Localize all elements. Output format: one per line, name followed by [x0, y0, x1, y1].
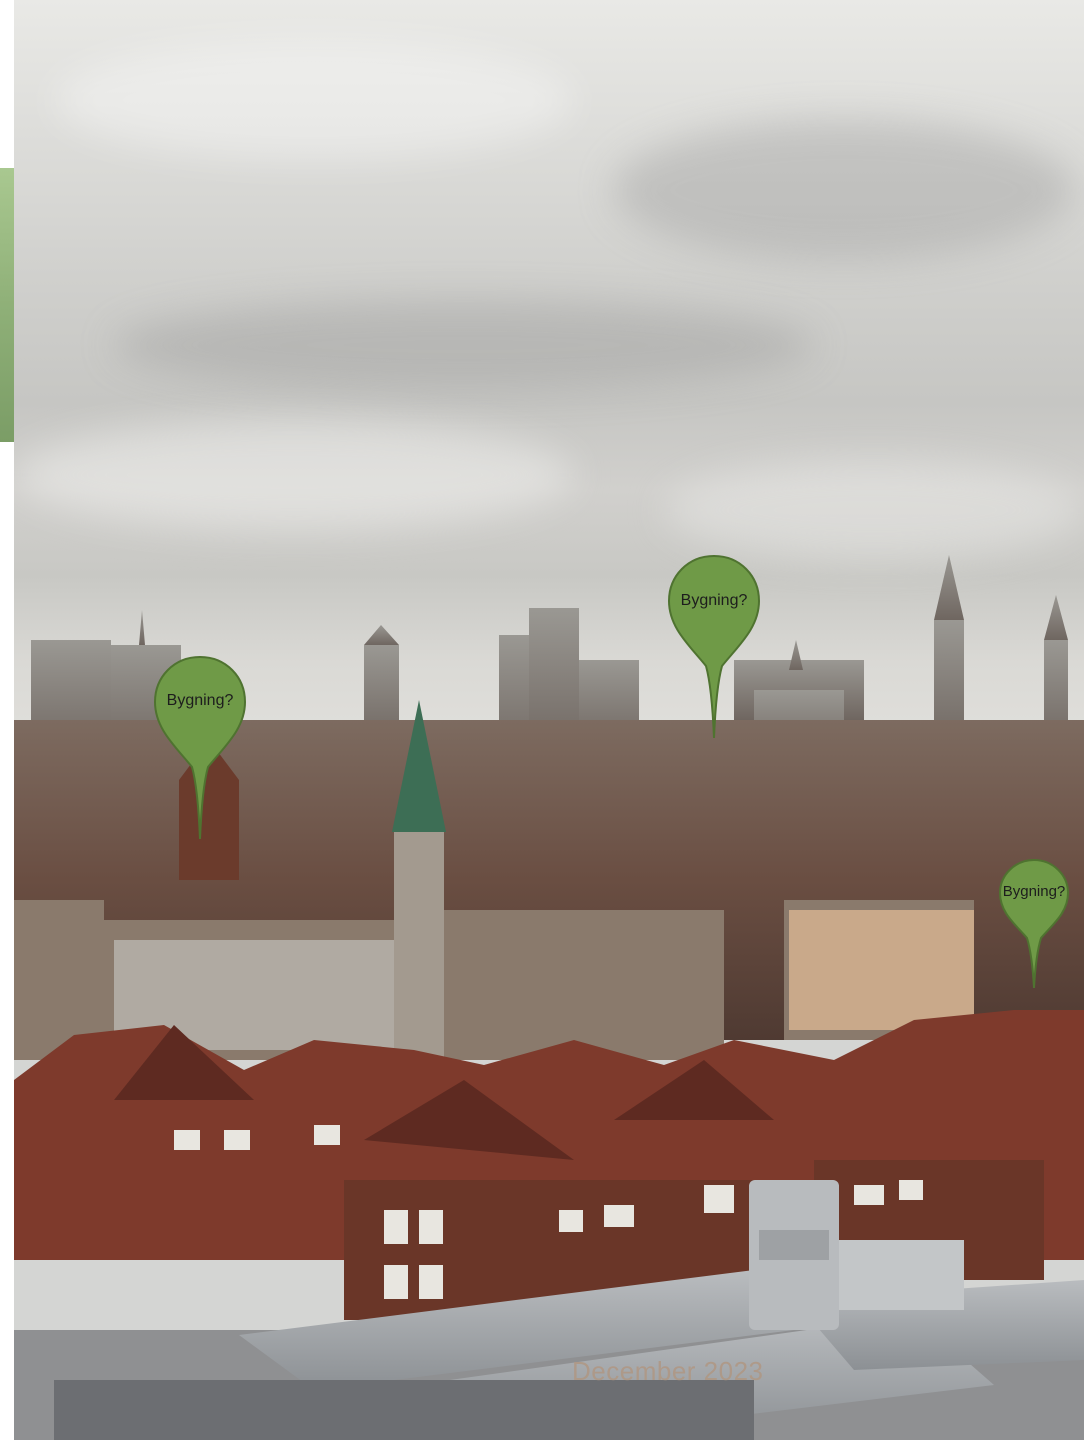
cloud [114, 300, 814, 390]
map-pin[interactable]: Bygning? [666, 554, 762, 740]
cloud [54, 40, 574, 160]
map-pin[interactable]: Bygning? [152, 655, 248, 841]
pin-label: Bygning? [680, 592, 748, 609]
light-facade [789, 910, 974, 1030]
map-pin-icon [998, 858, 1070, 989]
map-pin-icon [667, 554, 761, 739]
cover-photo: Bygning? Bygning? Bygning? December 2023 [14, 0, 1084, 1440]
map-pin[interactable]: Bygning? [998, 858, 1070, 990]
cloud [14, 420, 574, 530]
pin-label: Bygning? [1002, 883, 1066, 900]
pin-label: Bygning? [166, 692, 234, 709]
side-accent-tab [0, 168, 14, 442]
cloud [614, 120, 1074, 260]
footer-date: December 2023 [572, 1356, 764, 1386]
map-pin-icon [153, 655, 247, 840]
